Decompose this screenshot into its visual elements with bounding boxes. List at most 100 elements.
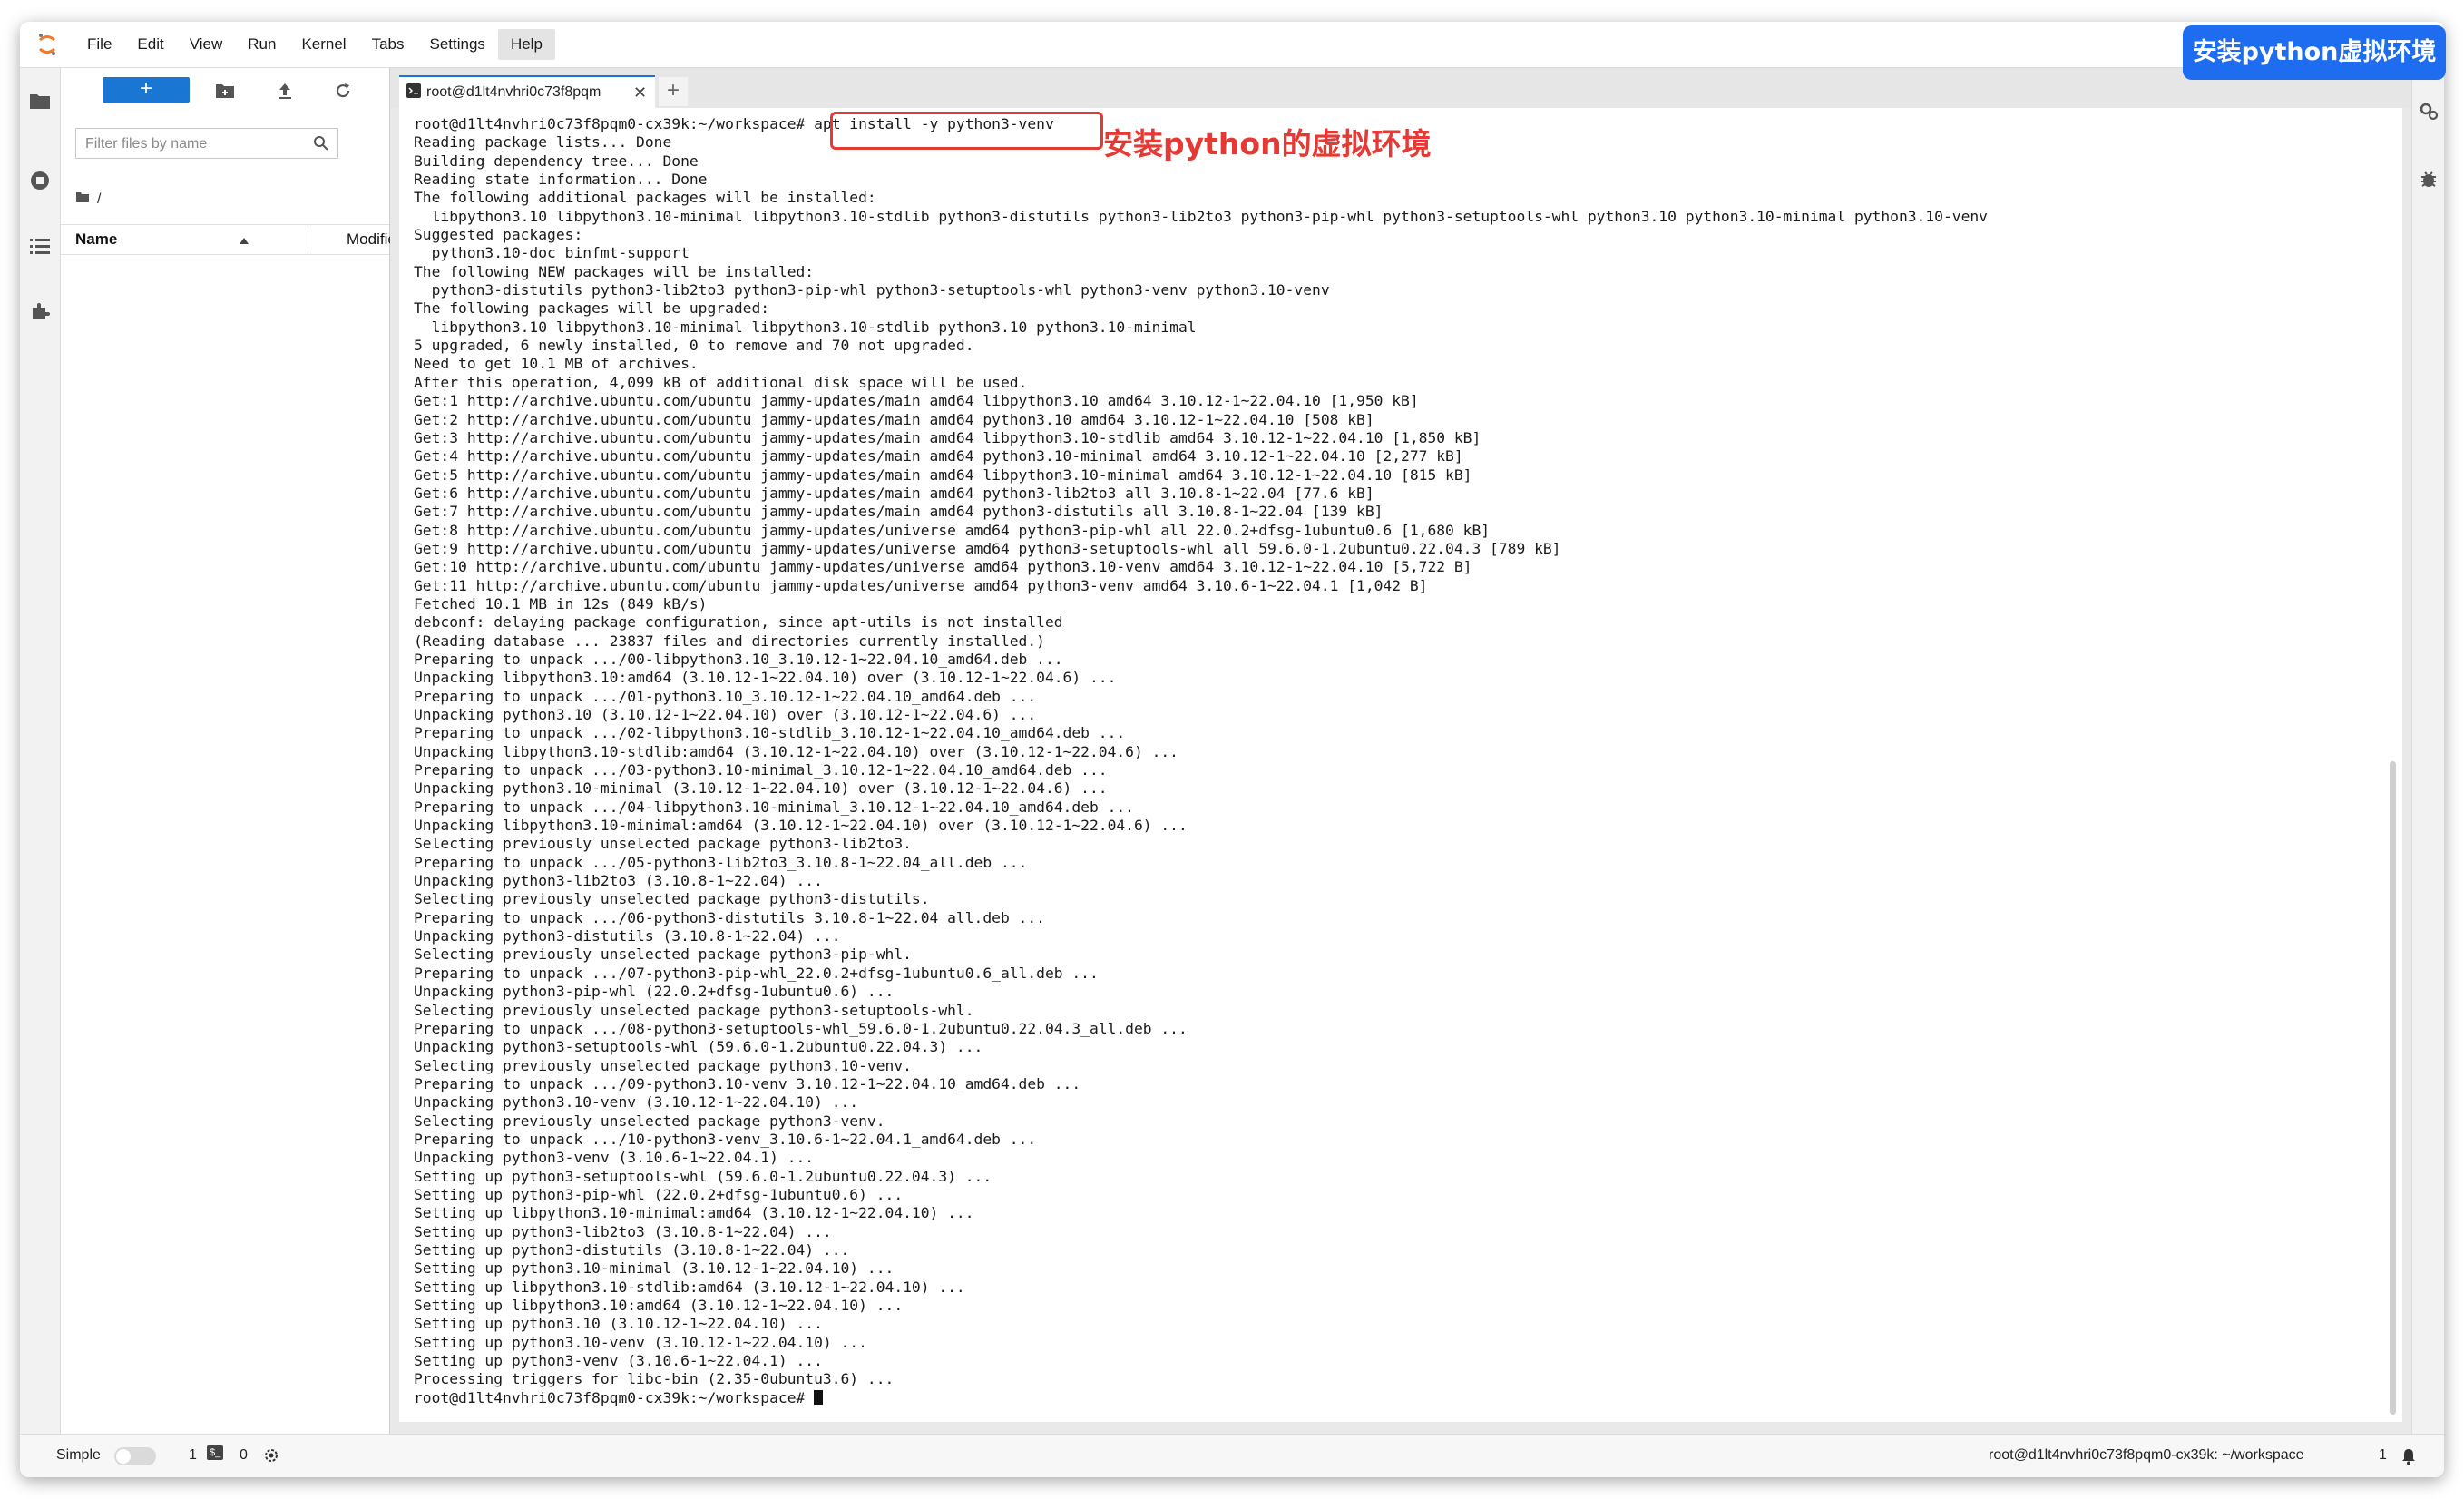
terminal-line: Get:7 http://archive.ubuntu.com/ubuntu j… (414, 503, 1384, 521)
terminal-count: 0 (240, 1447, 248, 1463)
simple-mode-toggle[interactable] (114, 1447, 156, 1465)
terminal-prompt-line: root@d1lt4nvhri0c73f8pqm0-cx39k:~/worksp… (414, 1389, 1988, 1407)
terminal-line: Unpacking python3.10-minimal (3.10.12-1~… (414, 779, 1108, 798)
terminal-line: Get:6 http://archive.ubuntu.com/ubuntu j… (414, 484, 1374, 502)
terminal-line: Preparing to unpack .../02-libpython3.10… (414, 724, 1126, 742)
search-icon (313, 135, 329, 156)
new-folder-icon[interactable] (213, 79, 237, 103)
terminal-line: (Reading database ... 23837 files and di… (414, 632, 1045, 650)
terminal-line: python3.10-doc binfmt-support (414, 244, 689, 262)
toggle-knob (116, 1449, 131, 1464)
gear-icon[interactable] (263, 1447, 279, 1468)
file-list-header: Name Modified (61, 224, 405, 255)
terminal-line: Preparing to unpack .../08-python3-setup… (414, 1019, 1188, 1037)
terminal-line: The following NEW packages will be insta… (414, 262, 815, 280)
terminal-line: Get:2 http://archive.ubuntu.com/ubuntu j… (414, 410, 1374, 428)
terminal-line: Unpacking libpython3.10-minimal:amd64 (3… (414, 817, 1188, 835)
notification-count: 1 (2379, 1447, 2387, 1463)
new-launcher-button[interactable]: + (103, 77, 190, 103)
running-sessions-icon[interactable] (27, 168, 53, 193)
terminal-line: Selecting previously unselected package … (414, 835, 912, 853)
extensions-icon[interactable] (27, 299, 53, 324)
terminal-line: Unpacking libpython3.10-stdlib:amd64 (3.… (414, 742, 1178, 760)
terminal-line: Processing triggers for libc-bin (2.35-0… (414, 1370, 895, 1388)
terminal-scrollbar[interactable] (2390, 761, 2396, 1415)
terminal-prompt: root@d1lt4nvhri0c73f8pqm0-cx39k:~/worksp… (414, 1388, 815, 1406)
debugger-bug-icon[interactable] (2416, 166, 2441, 191)
annotation-label: 安装python的虚拟环境 (1103, 126, 1432, 162)
terminal-line: Unpacking python3.10-venv (3.10.12-1~22.… (414, 1093, 859, 1112)
terminal-line: Preparing to unpack .../07-python3-pip-w… (414, 964, 1099, 982)
terminal-line: Setting up python3.10 (3.10.12-1~22.04.1… (414, 1315, 823, 1333)
terminal-line: Unpacking python3-venv (3.10.6-1~22.04.1… (414, 1149, 815, 1167)
file-browser: + Filter files by name / Name Modified (61, 68, 405, 1434)
menu-bar: File Edit View Run Kernel Tabs Settings Help (20, 22, 2444, 68)
terminal-line: Setting up python3-pip-whl (22.0.2+dfsg-… (414, 1185, 904, 1203)
sort-ascending-icon[interactable] (239, 232, 249, 250)
menu-kernel[interactable]: Kernel (288, 29, 358, 60)
breadcrumb-path[interactable]: / (97, 191, 101, 208)
terminal-line: Selecting previously unselected package … (414, 1056, 912, 1074)
filter-files-input[interactable]: Filter files by name (75, 128, 338, 159)
terminal-line: Preparing to unpack .../05-python3-lib2t… (414, 853, 1028, 871)
left-sidebar (20, 68, 61, 1434)
terminal-line: Preparing to unpack .../01-python3.10_3.… (414, 687, 1037, 705)
terminal-line: Setting up python3-venv (3.10.6-1~22.04.… (414, 1352, 823, 1370)
bell-icon[interactable] (2400, 1447, 2417, 1470)
right-sidebar (2411, 68, 2444, 1434)
terminal-line: Get:4 http://archive.ubuntu.com/ubuntu j… (414, 447, 1463, 465)
terminal-line: libpython3.10 libpython3.10-minimal libp… (414, 207, 1988, 225)
terminal-line: Setting up python3-lib2to3 (3.10.8-1~22.… (414, 1222, 832, 1240)
tab-bar: root@d1lt4nvhri0c73f8pqm ✕ + (390, 68, 2411, 108)
terminal-line: Suggested packages: (414, 226, 583, 244)
terminal-line: Unpacking python3.10 (3.10.12-1~22.04.10… (414, 706, 1037, 723)
terminal-cursor (814, 1389, 824, 1405)
menu-help[interactable]: Help (497, 29, 555, 60)
tab-label: root@d1lt4nvhri0c73f8pqm (426, 84, 601, 100)
terminal-line: Preparing to unpack .../03-python3.10-mi… (414, 761, 1108, 779)
simple-mode-label: Simple (56, 1447, 101, 1463)
terminal-line: Fetched 10.1 MB in 12s (849 kB/s) (414, 594, 708, 612)
corner-banner: 安装python虚拟环境 (2183, 25, 2446, 80)
breadcrumb-folder-icon[interactable] (75, 191, 90, 208)
terminal-line: Get:5 http://archive.ubuntu.com/ubuntu j… (414, 465, 1472, 484)
terminal-line: Setting up python3-setuptools-whl (59.6.… (414, 1167, 992, 1185)
new-tab-button[interactable]: + (659, 77, 688, 106)
terminal-line: Preparing to unpack .../04-libpython3.10… (414, 798, 1134, 816)
upload-icon[interactable] (273, 79, 297, 103)
menu-file[interactable]: File (74, 29, 124, 60)
terminal-line: Get:9 http://archive.ubuntu.com/ubuntu j… (414, 539, 1561, 557)
folder-icon[interactable] (27, 88, 53, 113)
terminal-line: The following packages will be upgraded: (414, 299, 770, 318)
refresh-icon[interactable] (331, 79, 355, 103)
menu-view[interactable]: View (177, 29, 236, 60)
terminal[interactable]: root@d1lt4nvhri0c73f8pqm0-cx39k:~/worksp… (399, 108, 2402, 1422)
table-of-contents-icon[interactable] (27, 233, 53, 259)
terminal-line: Preparing to unpack .../09-python3.10-ve… (414, 1074, 1081, 1092)
terminal-line: Setting up python3.10-venv (3.10.12-1~22… (414, 1333, 867, 1351)
menu-tabs[interactable]: Tabs (359, 29, 417, 60)
menu-settings[interactable]: Settings (417, 29, 498, 60)
menu-run[interactable]: Run (235, 29, 288, 60)
terminal-output: root@d1lt4nvhri0c73f8pqm0-cx39k:~/worksp… (414, 115, 1988, 1407)
main-dock-area: root@d1lt4nvhri0c73f8pqm ✕ + root@d1lt4n… (390, 68, 2411, 1434)
jupyterlab-window: File Edit View Run Kernel Tabs Settings Help + … (20, 22, 2444, 1477)
terminal-line: Unpacking python3-pip-whl (22.0.2+dfsg-1… (414, 983, 895, 1001)
tab-terminal[interactable]: root@d1lt4nvhri0c73f8pqm ✕ (399, 75, 655, 108)
terminal-count-icon[interactable]: $_ (207, 1445, 224, 1460)
terminal-line: libpython3.10 libpython3.10-minimal libp… (414, 318, 1197, 336)
terminal-line: Setting up python3-distutils (3.10.8-1~2… (414, 1240, 850, 1259)
terminal-line: Selecting previously unselected package … (414, 945, 912, 964)
terminal-line: After this operation, 4,099 kB of additi… (414, 373, 1028, 391)
kernel-count: 1 (189, 1447, 197, 1463)
terminal-line: debconf: delaying package configuration,… (414, 613, 1063, 632)
column-name-header[interactable]: Name (75, 230, 117, 249)
terminal-line: Get:10 http://archive.ubuntu.com/ubuntu … (414, 558, 1472, 576)
jupyter-logo-icon (20, 22, 74, 67)
property-inspector-icon[interactable] (2416, 99, 2441, 124)
terminal-line: Need to get 10.1 MB of archives. (414, 355, 699, 373)
menu-edit[interactable]: Edit (124, 29, 176, 60)
terminal-line: Preparing to unpack .../06-python3-distu… (414, 908, 1045, 926)
terminal-line: Unpacking python3-distutils (3.10.8-1~22… (414, 927, 841, 945)
close-tab-icon[interactable]: ✕ (633, 83, 647, 103)
